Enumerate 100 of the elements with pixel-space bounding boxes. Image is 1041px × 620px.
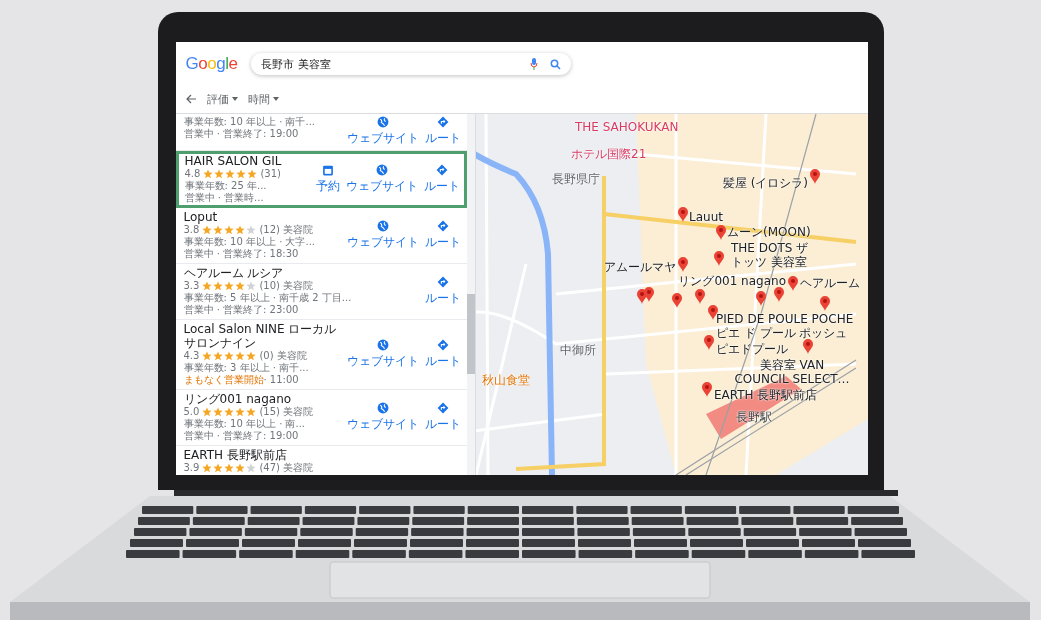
action-button[interactable]: ウェブサイト <box>344 338 421 370</box>
caret-icon <box>231 97 238 101</box>
globe-icon <box>376 338 389 351</box>
action-button[interactable]: ルート <box>422 275 463 307</box>
map-pin-icon[interactable] <box>715 225 726 240</box>
star-icon <box>246 407 257 417</box>
globe-icon <box>376 219 389 232</box>
action-button[interactable]: ウェブサイト <box>344 219 421 251</box>
detail-text: 事業年数: 10 年以上 · 南千... <box>183 116 317 128</box>
back-arrow-icon[interactable] <box>185 94 197 104</box>
action-button[interactable]: ウェブサイト <box>343 163 420 195</box>
review-count: (47) <box>259 462 280 474</box>
action-button[interactable]: ウェブサイト <box>344 401 421 433</box>
map-label: ヘアルーム <box>799 276 860 290</box>
calendar-icon <box>321 163 334 176</box>
detail-text: 営業中 · 営業終了: 18:30 <box>183 248 300 260</box>
map-pin-icon[interactable] <box>773 287 784 302</box>
map-pin-icon[interactable] <box>701 382 712 397</box>
salon-name: Local Salon NINE ローカルサロンナイン <box>183 322 338 350</box>
microphone-icon[interactable] <box>530 58 539 70</box>
detail-text: 営業中 · 営業時... <box>184 192 265 204</box>
star-icon <box>213 281 224 291</box>
search-field[interactable]: 長野市 美容室 <box>251 53 572 75</box>
detail-text: 営業中 · 営業終了: 23:00 <box>183 304 300 316</box>
map-pin-icon[interactable] <box>703 335 714 350</box>
salon-name: HAIR SALON GIL <box>184 154 283 168</box>
caret-icon <box>272 97 279 101</box>
star-icon <box>202 281 213 291</box>
action-button[interactable]: ルート <box>422 116 463 147</box>
star-icon <box>203 169 214 179</box>
star-icon <box>224 225 235 235</box>
star-icon <box>225 169 236 179</box>
action-button[interactable]: 予約 <box>313 163 342 195</box>
star-icon <box>246 281 257 291</box>
filter-dropdown[interactable]: 時間 <box>247 91 279 107</box>
star-icon <box>235 407 246 417</box>
review-count: (15) <box>259 406 280 418</box>
star-icon <box>214 169 225 179</box>
action-button[interactable]: ルート <box>422 401 463 433</box>
review-count: (10) <box>259 280 280 292</box>
filter-dropdown[interactable]: 評価 <box>206 91 238 107</box>
star-icon <box>202 407 213 417</box>
map-pin-icon[interactable] <box>707 305 718 320</box>
map-pin-icon[interactable] <box>809 169 820 184</box>
action-button[interactable]: ルート <box>422 338 463 370</box>
star-icon <box>235 463 246 473</box>
star-icon <box>246 225 257 235</box>
map-pin-icon[interactable] <box>755 291 766 306</box>
star-icon <box>224 351 235 361</box>
search-icon[interactable] <box>550 58 562 70</box>
detail-text: 事業年数: 10 年以上 · 南... <box>183 418 307 430</box>
map-pin-icon[interactable] <box>643 287 654 302</box>
map-pin-icon[interactable] <box>787 276 798 291</box>
globe-icon <box>375 163 388 176</box>
action-button[interactable]: ウェブサイト <box>344 116 421 147</box>
map-label: ムーン(MOON) <box>726 225 811 239</box>
star-icon <box>247 169 258 179</box>
star-icon <box>224 463 235 473</box>
result-card[interactable]: EARTH 長野駅前店 3.9 (47) 美容院 <box>175 446 467 475</box>
star-icon <box>246 351 257 361</box>
review-count: (31) <box>260 168 281 180</box>
salon-name: Loput <box>183 210 219 224</box>
rating-value: 5.0 <box>183 406 200 418</box>
map-pin-icon[interactable] <box>713 251 724 266</box>
map-label: 髪屋 (イロシラ) <box>722 176 808 190</box>
map-pin-icon[interactable] <box>802 339 813 354</box>
action-button[interactable]: ルート <box>421 163 462 195</box>
star-icon <box>235 351 246 361</box>
map-pin-icon[interactable] <box>677 207 688 222</box>
scrollbar[interactable] <box>466 114 475 475</box>
detail-text: 事業年数: 5 年以上 · 南千歳 2 丁目... <box>183 292 353 304</box>
rating-value: 3.3 <box>183 280 200 292</box>
rating-value: 3.8 <box>183 224 200 236</box>
category-label: 美容院 <box>276 350 307 362</box>
action-button[interactable]: ルート <box>422 219 463 251</box>
result-card[interactable]: ヘアルーム ルシア 3.3 (10) 美容院 事業年数: 5 年以上 · 南千歳 2 丁目... 営業中 · 営業終了: 23:00 ルート <box>175 264 467 320</box>
detail-text: 営業中 · 営業終了: 19:00 <box>183 430 300 442</box>
map-pin-icon[interactable] <box>671 293 682 308</box>
opening-status: まもなく営業開始 <box>183 374 264 385</box>
result-card[interactable]: 事業年数: 10 年以上 · 南千... 営業中 · 営業終了: 19:00 ウェブサイト ルート <box>175 114 467 151</box>
salon-name: EARTH 長野駅前店 <box>183 448 288 462</box>
star-icon <box>213 225 224 235</box>
review-count: (0) <box>259 350 274 362</box>
result-card[interactable]: Loput 3.8 (12) 美容院 事業年数: 10 年以上 · 大字... 営業中 · 営業終了: 18:30 ウェブサイト ルート <box>175 208 467 264</box>
star-icon <box>235 225 246 235</box>
map-label: EARTH 長野駅前店 <box>713 388 817 402</box>
detail-text: 営業中 · 営業終了: 19:00 <box>183 128 300 140</box>
salon-name: リング001 nagano <box>183 392 292 406</box>
map-pin-icon[interactable] <box>694 289 705 304</box>
map-label: THE DOTS ザトッツ 美容室 <box>730 241 808 269</box>
map-pin-icon[interactable] <box>819 296 830 311</box>
result-card[interactable]: Local Salon NINE ローカルサロンナイン 4.3 (0) 美容院 事業年数: 3 年以上 · 南千... まもなく営業開始· 11:00 ウェブサイト ルート <box>175 320 467 390</box>
result-card[interactable]: リング001 nagano 5.0 (15) 美容院 事業年数: 10 年以上 · 南... 営業中 · 営業終了: 19:00 ウェブサイト ルート <box>175 390 467 446</box>
map-label: PIED DE POULE POCHE ピエ ド プール ポッシュ <box>715 312 853 340</box>
star-icon <box>202 463 213 473</box>
review-count: (12) <box>259 224 280 236</box>
result-card[interactable]: HAIR SALON GIL 4.8 (31) 事業年数: 25 年... 営業中 · 営業時... 予約 ウェブサイト ルート <box>175 151 467 208</box>
map-label: 長野駅 <box>735 410 772 424</box>
map-pin-icon[interactable] <box>677 257 688 272</box>
map-label: Lauut <box>688 210 723 224</box>
